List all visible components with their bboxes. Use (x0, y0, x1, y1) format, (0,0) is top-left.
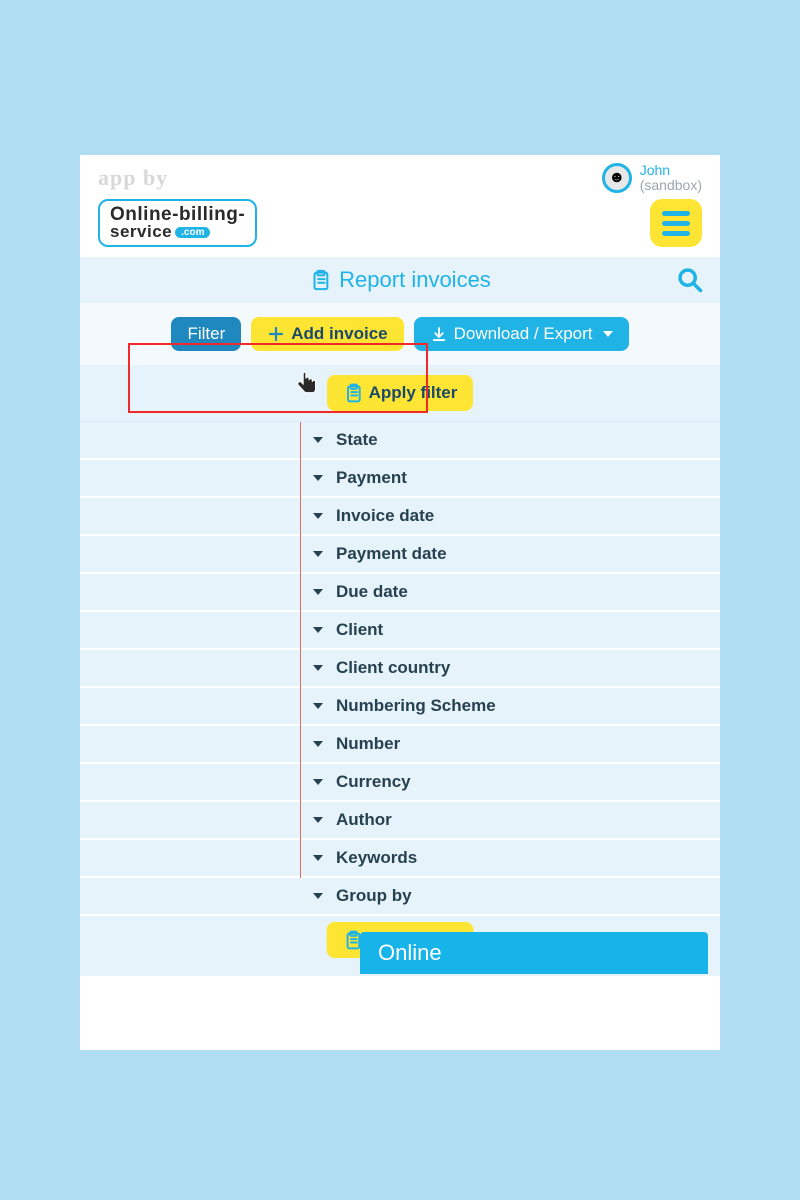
user-sandbox: (sandbox) (640, 178, 702, 193)
clipboard-icon (343, 382, 363, 404)
filter-row[interactable]: Number (80, 726, 720, 764)
filter-row[interactable]: Client (80, 612, 720, 650)
brand-row: Online-billing- service.com (80, 193, 720, 257)
chevron-down-icon (312, 703, 324, 709)
top-header: app by ☻ John (sandbox) (80, 155, 720, 193)
user-text: John (sandbox) (640, 163, 702, 192)
plus-icon (267, 325, 285, 343)
filter-row[interactable]: Payment date (80, 536, 720, 574)
filter-label: Due date (336, 582, 408, 602)
chevron-down-icon (312, 551, 324, 557)
add-invoice-label: Add invoice (291, 324, 387, 344)
filter-row[interactable]: Numbering Scheme (80, 688, 720, 726)
filter-label: Client country (336, 658, 450, 678)
apply-filter-label: Apply filter (369, 383, 458, 403)
logo[interactable]: Online-billing- service.com (98, 199, 257, 246)
hamburger-bar-icon (662, 221, 690, 226)
chevron-down-icon (312, 475, 324, 481)
user-name: John (640, 163, 702, 178)
apply-filter-row-top: Apply filter (80, 365, 720, 422)
search-icon[interactable] (676, 266, 704, 294)
chevron-down-icon (312, 589, 324, 595)
filters-list: State Payment Invoice date Payment date Due … (80, 422, 720, 916)
avatar-face-icon: ☻ (608, 169, 625, 187)
toolbar: Filter Add invoice Download / Export (80, 303, 720, 365)
filter-label: Currency (336, 772, 411, 792)
clipboard-icon (309, 268, 331, 292)
hamburger-bar-icon (662, 211, 690, 216)
menu-hamburger-button[interactable] (650, 199, 702, 247)
online-label: Online (378, 940, 442, 966)
chevron-down-icon (312, 817, 324, 823)
filter-label: Payment date (336, 544, 447, 564)
page-title: Report invoices (309, 267, 491, 293)
download-export-label: Download / Export (454, 324, 593, 344)
filter-label: State (336, 430, 378, 450)
page-title-text: Report invoices (339, 267, 491, 293)
filter-button-label: Filter (187, 324, 225, 344)
filter-label: Number (336, 734, 400, 754)
chevron-down-icon (312, 779, 324, 785)
filter-label: Numbering Scheme (336, 696, 496, 716)
chevron-down-icon (312, 437, 324, 443)
user-block[interactable]: ☻ John (sandbox) (602, 163, 702, 193)
filter-label: Client (336, 620, 383, 640)
filter-row[interactable]: Author (80, 802, 720, 840)
cursor-hand-icon (295, 370, 321, 405)
download-icon (430, 325, 448, 343)
filter-row[interactable]: Due date (80, 574, 720, 612)
chevron-down-icon (312, 513, 324, 519)
filter-row[interactable]: Invoice date (80, 498, 720, 536)
filter-label: Invoice date (336, 506, 434, 526)
hamburger-bar-icon (662, 231, 690, 236)
filter-label: Author (336, 810, 392, 830)
avatar[interactable]: ☻ (602, 163, 632, 193)
chevron-down-icon (312, 741, 324, 747)
filter-row[interactable]: Payment (80, 460, 720, 498)
apply-filter-button[interactable]: Apply filter (327, 375, 474, 411)
logo-pill: .com (175, 227, 210, 238)
page-title-bar: Report invoices (80, 257, 720, 303)
filter-label: Group by (336, 886, 412, 906)
filter-label: Payment (336, 468, 407, 488)
filter-row[interactable]: State (80, 422, 720, 460)
filter-row[interactable]: Currency (80, 764, 720, 802)
logo-line-2: service (110, 222, 172, 241)
filter-row[interactable]: Keywords (80, 840, 720, 878)
chevron-down-icon (312, 627, 324, 633)
chevron-down-icon (312, 893, 324, 899)
bottom-row: Apply filter Online (80, 916, 720, 976)
download-export-button[interactable]: Download / Export (414, 317, 629, 351)
add-invoice-button[interactable]: Add invoice (251, 317, 403, 351)
filter-label: Keywords (336, 848, 417, 868)
online-strip[interactable]: Online (360, 932, 708, 974)
filter-row[interactable]: Client country (80, 650, 720, 688)
filter-row[interactable]: Group by (80, 878, 720, 916)
app-by-label: app by (98, 165, 168, 191)
app-frame: app by ☻ John (sandbox) Online-billing- … (80, 155, 720, 1050)
chevron-down-icon (312, 855, 324, 861)
filter-button[interactable]: Filter (171, 317, 241, 351)
chevron-down-icon (312, 665, 324, 671)
